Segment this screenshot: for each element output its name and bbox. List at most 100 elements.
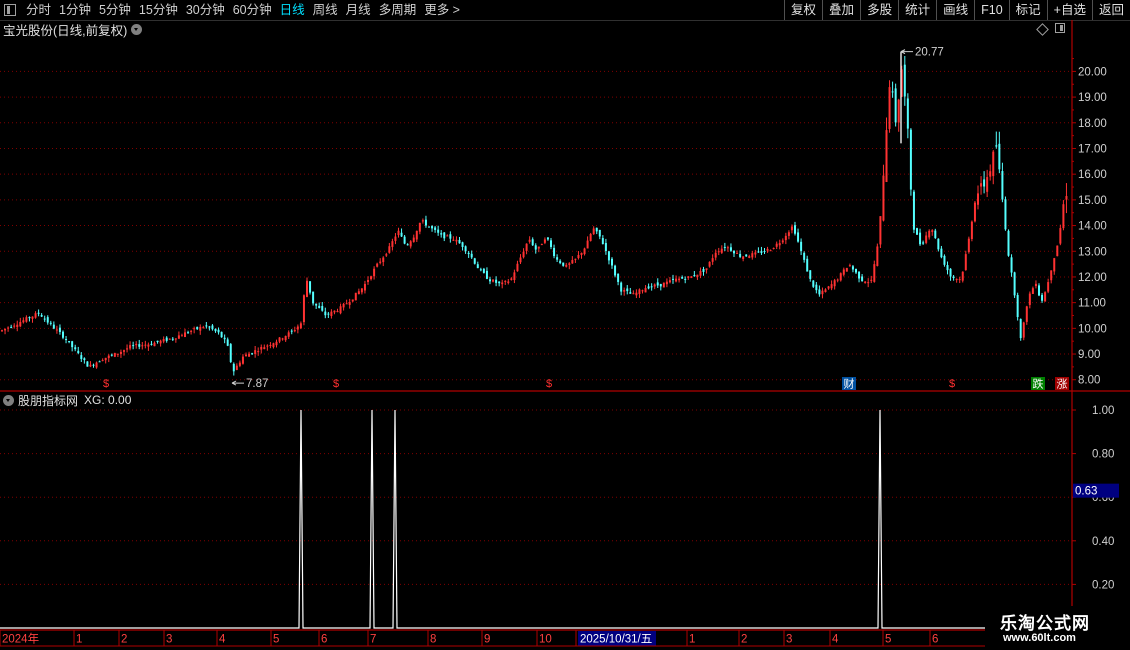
candle-up: [1059, 228, 1062, 244]
candle-up: [257, 351, 260, 353]
period-multi[interactable]: 多周期: [375, 0, 421, 20]
candle-up: [537, 246, 540, 249]
time-label: 1: [689, 634, 695, 646]
candle-up: [1044, 292, 1047, 302]
period-30min[interactable]: 30分钟: [182, 0, 229, 20]
draw-line-button[interactable]: 画线: [936, 0, 974, 20]
period-1min[interactable]: 1分钟: [55, 0, 95, 20]
candle-down: [934, 230, 937, 239]
candle-up: [22, 320, 25, 323]
candle-down: [531, 239, 534, 246]
candle-down: [617, 273, 620, 282]
candle-up: [492, 279, 495, 282]
candle-up: [897, 99, 900, 123]
period-60min[interactable]: 60分钟: [229, 0, 276, 20]
candlestick-series: [1, 55, 1068, 376]
candle-up: [510, 278, 513, 280]
candle-up: [705, 268, 708, 270]
candle-up: [190, 330, 193, 332]
chevron-down-icon[interactable]: [131, 23, 143, 35]
candle-up: [391, 241, 394, 247]
period-15min[interactable]: 15分钟: [135, 0, 182, 20]
candle-up: [1022, 322, 1025, 338]
candle-up: [513, 272, 516, 281]
candle-down: [858, 271, 861, 279]
candle-down: [604, 243, 607, 252]
candle-up: [299, 323, 302, 329]
candle-up: [101, 360, 104, 362]
main-grid: [0, 70, 1072, 381]
f10-button[interactable]: F10: [974, 0, 1009, 20]
candle-down: [723, 246, 726, 248]
candle-up: [543, 239, 546, 243]
candle-up: [235, 365, 238, 370]
price-tick-label: 8.00: [1078, 375, 1100, 387]
period-more[interactable]: 更多 >: [420, 0, 464, 20]
period-monthly[interactable]: 月线: [342, 0, 375, 20]
period-daily[interactable]: 日线: [276, 0, 309, 20]
candle-up: [446, 235, 449, 237]
candle-down: [739, 253, 742, 257]
candle-down: [251, 353, 254, 355]
price-tick-label: 11.00: [1078, 298, 1106, 310]
add-watchlist-button[interactable]: +自选: [1046, 0, 1092, 20]
candle-up: [641, 290, 644, 292]
stats-button[interactable]: 统计: [898, 0, 936, 20]
candle-down: [745, 254, 748, 257]
candle-up: [790, 226, 793, 231]
candle-down: [40, 315, 43, 317]
candle-down: [309, 281, 312, 293]
candle-up: [153, 342, 156, 347]
multi-stock-button[interactable]: 多股: [860, 0, 898, 20]
candle-up: [184, 332, 186, 337]
candle-up: [1, 330, 3, 332]
candle-up: [662, 282, 665, 288]
candle-up: [367, 280, 369, 282]
candle-up: [168, 338, 171, 340]
diamond-icon[interactable]: [1036, 23, 1049, 36]
candle-down: [46, 317, 49, 323]
candle-down: [424, 219, 427, 226]
adjust-button[interactable]: 复权: [784, 0, 822, 20]
candle-up: [726, 247, 729, 249]
candle-up: [519, 257, 522, 263]
time-label: 6: [932, 634, 938, 646]
candle-up: [13, 325, 16, 327]
candle-down: [803, 252, 806, 260]
candle-up: [123, 350, 125, 352]
candle-down: [891, 91, 894, 93]
candle-down: [476, 264, 479, 269]
candle-up: [632, 293, 635, 295]
chevron-down-icon[interactable]: [3, 394, 14, 406]
candle-down: [1001, 171, 1004, 200]
candle-up: [126, 348, 129, 350]
candle-up: [586, 240, 589, 249]
period-5min[interactable]: 5分钟: [95, 0, 135, 20]
mark-button[interactable]: 标记: [1008, 0, 1047, 20]
period-weekly[interactable]: 周线: [309, 0, 342, 20]
candle-up: [113, 353, 116, 357]
price-tick-label: 13.00: [1078, 246, 1107, 258]
indicator-tick-label: 0.80: [1092, 449, 1114, 461]
candle-down: [49, 322, 52, 324]
back-button[interactable]: 返回: [1091, 0, 1130, 20]
period-fenshi[interactable]: 分时: [22, 0, 55, 20]
candle-down: [952, 276, 955, 279]
panel-toggle-icon[interactable]: [4, 4, 16, 16]
candle-up: [394, 236, 397, 241]
time-label: 9: [484, 634, 490, 646]
candle-up: [342, 303, 345, 308]
overlay-button[interactable]: 叠加: [822, 0, 860, 20]
candle-up: [293, 330, 296, 332]
layout-icon[interactable]: [1055, 23, 1065, 33]
candle-up: [339, 306, 342, 314]
candle-down: [906, 98, 909, 129]
time-label: 1: [76, 634, 82, 646]
chart-area[interactable]: 8.009.0010.0011.0012.0013.0014.0015.0016…: [0, 20, 1130, 650]
candle-down: [226, 339, 229, 346]
indicator-series: [0, 409, 1072, 629]
candle-down: [919, 232, 922, 245]
candle-down: [321, 306, 324, 311]
candle-down: [684, 278, 687, 280]
candle-down: [903, 64, 906, 97]
